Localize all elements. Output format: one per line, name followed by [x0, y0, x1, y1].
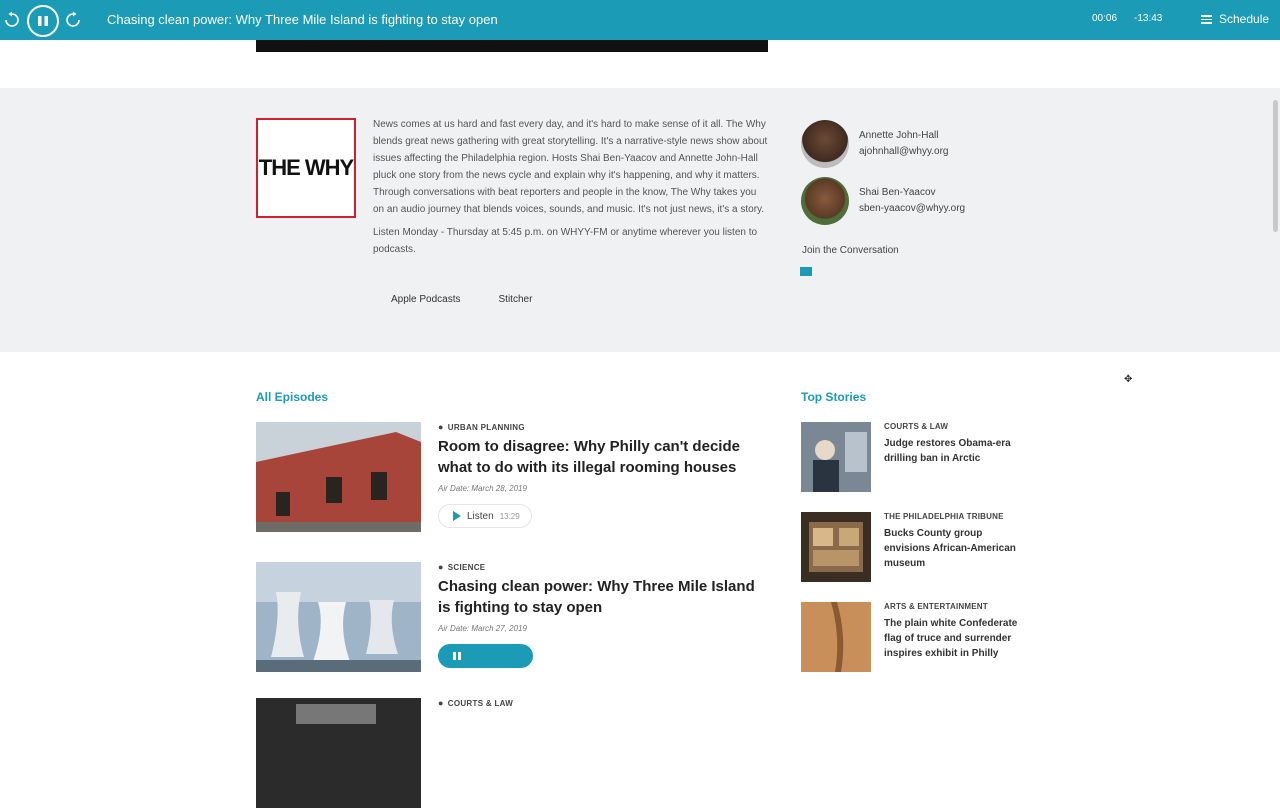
email-icon[interactable] [800, 267, 812, 276]
play-icon [453, 511, 461, 521]
host-item: Shai Ben-Yaacov sben-yaacov@whyy.org [801, 177, 965, 225]
host-name[interactable]: Shai Ben-Yaacov [859, 185, 965, 201]
story-thumbnail[interactable] [801, 422, 871, 492]
now-playing-button[interactable] [438, 644, 533, 668]
episode-thumbnail[interactable] [256, 698, 421, 808]
headphones-icon: ● [438, 422, 444, 432]
podcast-links: Apple Podcasts Stitcher [391, 294, 532, 305]
apple-podcasts-link[interactable]: Apple Podcasts [391, 294, 461, 305]
schedule-label: Schedule [1219, 12, 1270, 26]
episode-date: Air Date: March 28, 2019 [438, 484, 527, 493]
forward-icon[interactable] [62, 9, 84, 31]
episode-category: ● URBAN PLANNING [438, 422, 525, 432]
pause-button[interactable] [27, 5, 59, 37]
pause-icon [453, 652, 461, 660]
headphones-icon: ● [438, 562, 444, 572]
episode-thumbnail[interactable] [256, 562, 421, 672]
story-category: ARTS & ENTERTAINMENT [884, 602, 988, 611]
remaining-time: -13:43 [1134, 13, 1163, 24]
show-logo: THE WHY [256, 118, 356, 218]
episode-title[interactable]: Room to disagree: Why Philly can't decid… [438, 436, 758, 478]
audio-player-bar: Chasing clean power: Why Three Mile Isla… [0, 0, 1280, 40]
description-text: News comes at us hard and fast every day… [373, 119, 768, 215]
episode-category: ● COURTS & LAW [438, 698, 514, 708]
elapsed-time: 00:06 [1092, 13, 1118, 24]
episode-date: Air Date: March 27, 2019 [438, 624, 527, 633]
schedule-text: Listen Monday - Thursday at 5:45 p.m. on… [373, 227, 758, 255]
story-title[interactable]: The plain white Confederate flag of truc… [884, 616, 1019, 661]
move-cursor-icon: ✥ [1124, 374, 1133, 385]
stitcher-link[interactable]: Stitcher [499, 294, 533, 305]
host-name[interactable]: Annette John-Hall [859, 128, 948, 144]
episode-thumbnail[interactable] [256, 422, 421, 532]
rewind-icon[interactable] [1, 9, 23, 31]
join-conversation-label: Join the Conversation [802, 245, 899, 256]
episode-title[interactable]: Chasing clean power: Why Three Mile Isla… [438, 576, 758, 618]
player-episode-title: Chasing clean power: Why Three Mile Isla… [107, 12, 498, 27]
story-thumbnail[interactable] [801, 512, 871, 582]
logo-text: THE WHY [258, 155, 354, 180]
host-email[interactable]: ajohnhall@whyy.org [859, 144, 948, 160]
story-title[interactable]: Bucks County group envisions African-Ame… [884, 526, 1019, 571]
avatar [801, 120, 849, 168]
host-item: Annette John-Hall ajohnhall@whyy.org [801, 120, 948, 168]
menu-icon [1201, 14, 1212, 24]
story-category: COURTS & LAW [884, 422, 949, 431]
schedule-button[interactable]: Schedule [1201, 12, 1269, 26]
host-email[interactable]: sben-yaacov@whyy.org [859, 201, 965, 217]
show-description: News comes at us hard and fast every day… [373, 116, 769, 264]
story-thumbnail[interactable] [801, 602, 871, 672]
story-category: THE PHILADELPHIA TRIBUNE [884, 512, 1004, 521]
all-episodes-heading[interactable]: All Episodes [256, 390, 328, 404]
episode-category: ● SCIENCE [438, 562, 486, 572]
top-stories-heading[interactable]: Top Stories [801, 390, 866, 404]
scrollbar[interactable] [1273, 100, 1278, 232]
headphones-icon: ● [438, 698, 444, 708]
avatar [801, 177, 849, 225]
listen-button[interactable]: Listen 13:29 [438, 504, 532, 528]
story-title[interactable]: Judge restores Obama-era drilling ban in… [884, 436, 1019, 466]
video-player-bottom [256, 40, 768, 52]
